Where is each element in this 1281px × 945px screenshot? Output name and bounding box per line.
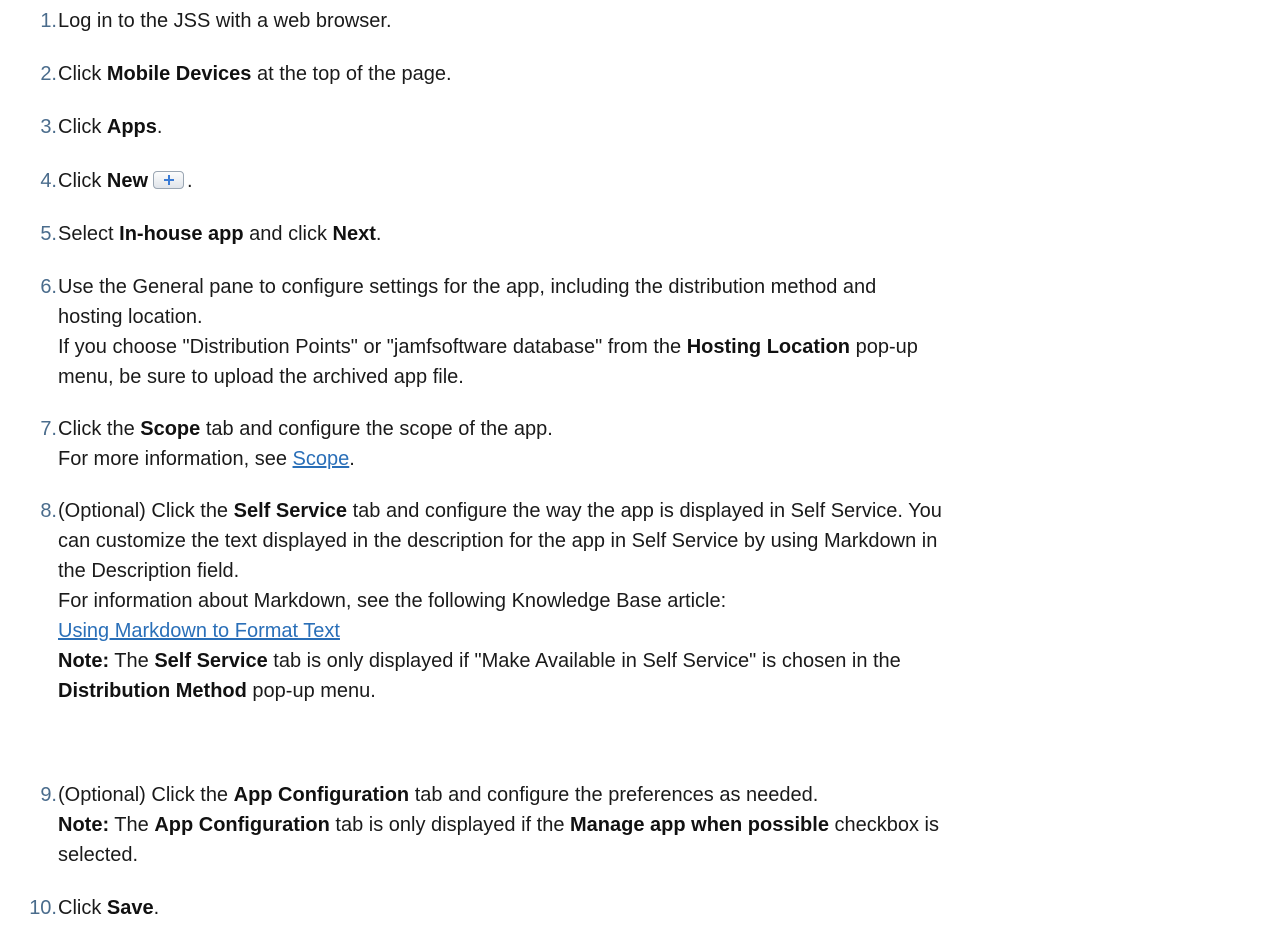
- step-text: Using Markdown to Format Text: [58, 616, 1273, 646]
- step-text-part: pop-up: [850, 336, 918, 358]
- step-number: 3.: [40, 116, 57, 138]
- step-text-part: Click: [58, 170, 107, 192]
- step-text-part: Click: [58, 63, 107, 85]
- ui-term-next: Next: [332, 223, 376, 245]
- step-text-part: .: [156, 116, 163, 138]
- step-note: Distribution Method pop-up menu.: [58, 676, 1273, 706]
- step-text-part: For more information, see: [58, 448, 293, 470]
- step-text-part: Click the: [58, 418, 141, 440]
- step-number: 10.: [29, 897, 57, 919]
- ui-term-mobile-devices: Mobile Devices: [106, 63, 252, 85]
- step-text-part: (Optional) Click the: [58, 784, 234, 806]
- step-text: the Description field.: [58, 560, 240, 582]
- step-text-part: Click: [58, 116, 107, 138]
- step-text-part: .: [153, 897, 160, 919]
- step-number: 8.: [40, 500, 57, 522]
- step-text-part: tab is only displayed if the: [329, 814, 570, 836]
- ui-term-apps: Apps: [106, 116, 157, 138]
- note-label: Note:: [58, 814, 110, 836]
- ui-term-save: Save: [106, 897, 154, 919]
- step-text-part: If you choose "Distribution Points" or "…: [58, 336, 687, 358]
- ui-term-manage-app: Manage app when possible: [570, 814, 829, 836]
- step-number: 5.: [40, 223, 57, 245]
- step-text: menu, be sure to upload the archived app…: [58, 366, 464, 388]
- ui-term-self-service: Self Service: [154, 650, 268, 672]
- markdown-article-link[interactable]: Using Markdown to Format Text: [58, 620, 340, 642]
- plus-icon: [153, 170, 185, 189]
- step-text-part: tab is only displayed if "Make Available…: [267, 650, 901, 672]
- step-text: (Optional) Click the App Configuration t…: [58, 780, 1273, 810]
- step-text: Use the General pane to configure settin…: [58, 276, 877, 298]
- step-text-part: Click: [58, 897, 107, 919]
- step-text-part: checkbox is: [828, 814, 939, 836]
- step-number: 4.: [40, 170, 57, 192]
- step-text-part: .: [187, 170, 193, 192]
- procedure-page: 1. Log in to the JSS with a web browser.…: [0, 0, 1281, 945]
- step-text: hosting location.: [58, 306, 203, 328]
- step-text-part: The: [109, 814, 155, 836]
- step-text: Click Save.: [58, 893, 1273, 923]
- step-text: Click New.: [58, 166, 1273, 196]
- ui-term-app-configuration: App Configuration: [154, 814, 330, 836]
- step-text: Click Mobile Devices at the top of the p…: [58, 59, 1273, 89]
- step-text-part: at the top of the page.: [251, 63, 452, 85]
- step-note: Note: The App Configuration tab is only …: [58, 810, 1273, 840]
- step-text: For more information, see Scope.: [58, 444, 1273, 474]
- step-text: Log in to the JSS with a web browser.: [58, 10, 392, 32]
- ui-term-scope: Scope: [140, 418, 201, 440]
- step-text: If you choose "Distribution Points" or "…: [58, 332, 1273, 362]
- step-text-part: pop-up menu.: [246, 680, 376, 702]
- step-text: Click the Scope tab and configure the sc…: [58, 414, 1273, 444]
- step-text-part: and click: [243, 223, 333, 245]
- step-number: 9.: [40, 784, 57, 806]
- step-number: 7.: [40, 418, 57, 440]
- step-text-part: The: [109, 650, 155, 672]
- step-text-part: tab and configure the way the app is dis…: [347, 500, 942, 522]
- step-number: 6.: [40, 276, 57, 298]
- step-text: Select In-house app and click Next.: [58, 219, 1273, 249]
- step-text-part: Select: [58, 223, 120, 245]
- step-text: can customize the text displayed in the …: [58, 530, 938, 552]
- step-text: (Optional) Click the Self Service tab an…: [58, 496, 1273, 526]
- step-number: 2.: [40, 63, 57, 85]
- ui-term-in-house-app: In-house app: [119, 223, 244, 245]
- ui-term-app-configuration: App Configuration: [233, 784, 410, 806]
- scope-link[interactable]: Scope: [293, 448, 350, 470]
- ui-term-hosting-location: Hosting Location: [686, 336, 851, 358]
- ui-term-distribution-method: Distribution Method: [58, 680, 247, 702]
- step-text-part: (Optional) Click the: [58, 500, 234, 522]
- ui-term-new: New: [106, 170, 149, 192]
- note-label: Note:: [58, 650, 110, 672]
- step-note: Note: The Self Service tab is only displ…: [58, 646, 1273, 676]
- step-text-part: tab and configure the preferences as nee…: [409, 784, 819, 806]
- step-text: For information about Markdown, see the …: [58, 590, 727, 612]
- step-text: Click Apps.: [58, 112, 1273, 142]
- step-text-part: .: [375, 223, 382, 245]
- step-number: 1.: [40, 10, 57, 32]
- step-text: selected.: [58, 844, 139, 866]
- ui-term-self-service: Self Service: [233, 500, 348, 522]
- step-text-part: tab and configure the scope of the app.: [200, 418, 553, 440]
- step-text-part: .: [349, 448, 355, 470]
